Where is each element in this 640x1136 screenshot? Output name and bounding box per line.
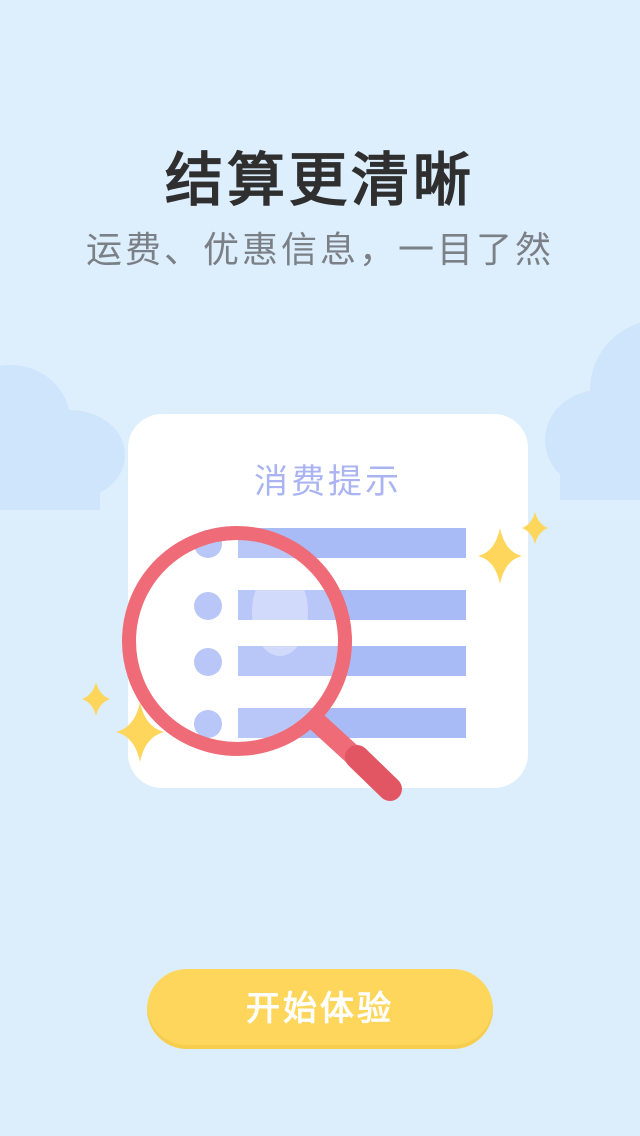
start-experience-button[interactable]: 开始体验 [147,969,493,1049]
onboarding-page: 结算更清晰 运费、优惠信息，一目了然 消费提示 开始体验 [0,0,640,1136]
start-experience-label: 开始体验 [246,989,394,1029]
illustration-overlay [82,512,548,801]
lens-highlight [252,568,308,656]
